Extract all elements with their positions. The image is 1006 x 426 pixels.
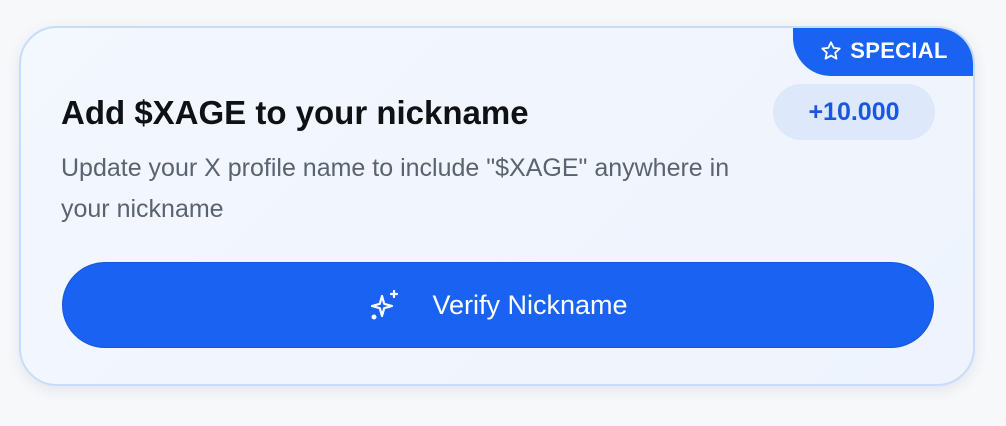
verify-button-label: Verify Nickname (432, 289, 628, 320)
task-title: Add $XAGE to your nickname (61, 94, 529, 131)
star-icon (820, 40, 842, 62)
special-badge: SPECIAL (793, 28, 973, 76)
sparkles-icon (368, 288, 402, 322)
points-badge: +10.000 (773, 84, 935, 140)
verify-nickname-button[interactable]: Verify Nickname (62, 262, 934, 348)
task-card: SPECIAL Add $XAGE to your nickname +10.0… (19, 26, 975, 386)
special-badge-label: SPECIAL (850, 38, 948, 63)
task-description: Update your X profile name to include "$… (61, 154, 730, 223)
